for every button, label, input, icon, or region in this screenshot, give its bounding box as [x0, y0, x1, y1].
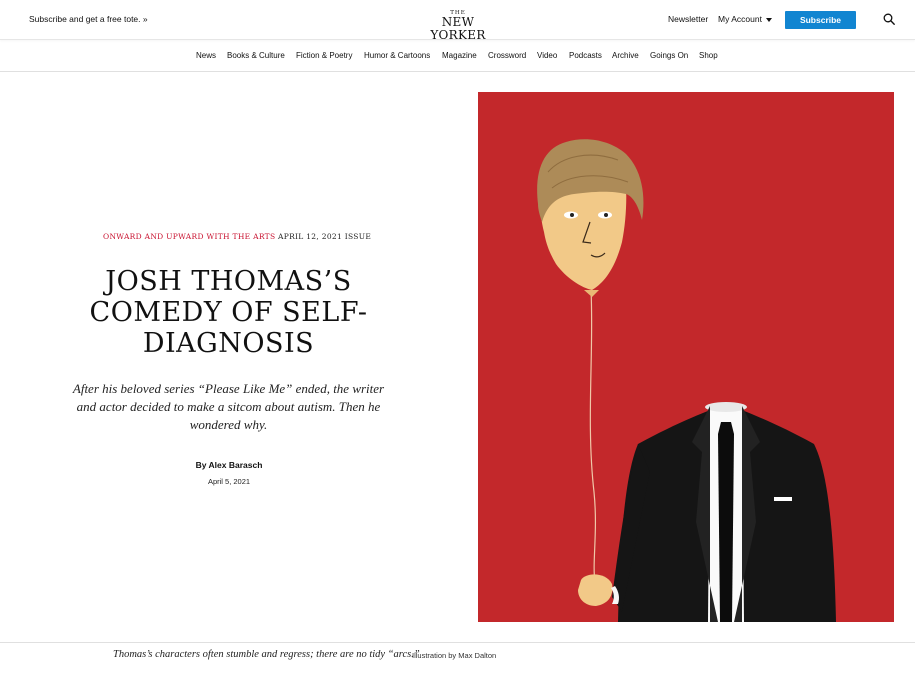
nav-item-shop[interactable]: Shop [699, 51, 718, 60]
byline[interactable]: By Alex Barasch [129, 460, 329, 470]
issue-link[interactable]: APRIL 12, 2021 ISSUE [278, 232, 371, 241]
nav-item-podcasts[interactable]: Podcasts [569, 51, 602, 60]
section-nav: News Books & Culture Fiction & Poetry Hu… [0, 40, 915, 72]
article-headline: Josh Thomas’s Comedy of Self-Diagnosis [89, 266, 368, 359]
rubric-link[interactable]: ONWARD AND UPWARD WITH THE ARTS [103, 232, 275, 241]
nav-item-crossword[interactable]: Crossword [488, 51, 526, 60]
balloon-head-illustration [537, 139, 836, 622]
article-dek: After his beloved series “Please Like Me… [72, 381, 385, 432]
nav-item-video[interactable]: Video [537, 51, 557, 60]
nav-item-humor-cartoons[interactable]: Humor & Cartoons [364, 51, 430, 60]
nav-item-books-culture[interactable]: Books & Culture [227, 51, 285, 60]
nav-item-magazine[interactable]: Magazine [442, 51, 477, 60]
caption-divider [0, 642, 915, 643]
subscribe-button[interactable]: Subscribe [785, 11, 856, 29]
new-yorker-logo[interactable]: THE NEW YORKER [419, 10, 497, 42]
lead-illustration [478, 92, 894, 622]
nav-item-fiction-poetry[interactable]: Fiction & Poetry [296, 51, 352, 60]
nav-item-goings-on[interactable]: Goings On [650, 51, 688, 60]
illustration-caption: Thomas’s characters often stumble and re… [113, 649, 420, 660]
top-bar: Subscribe and get a free tote. » THE NEW… [0, 0, 915, 42]
nav-item-news[interactable]: News [196, 51, 216, 60]
search-icon[interactable] [883, 13, 895, 25]
chevron-down-icon[interactable] [766, 18, 772, 22]
newsletter-link[interactable]: Newsletter [668, 14, 708, 24]
logo-name: NEW YORKER [430, 15, 486, 42]
subscribe-promo-link[interactable]: Subscribe and get a free tote. » [29, 14, 148, 24]
illustration-credit: Illustration by Max Dalton [412, 651, 497, 660]
publish-date: April 5, 2021 [207, 477, 251, 486]
nav-item-archive[interactable]: Archive [612, 51, 639, 60]
my-account-link[interactable]: My Account [718, 14, 762, 24]
